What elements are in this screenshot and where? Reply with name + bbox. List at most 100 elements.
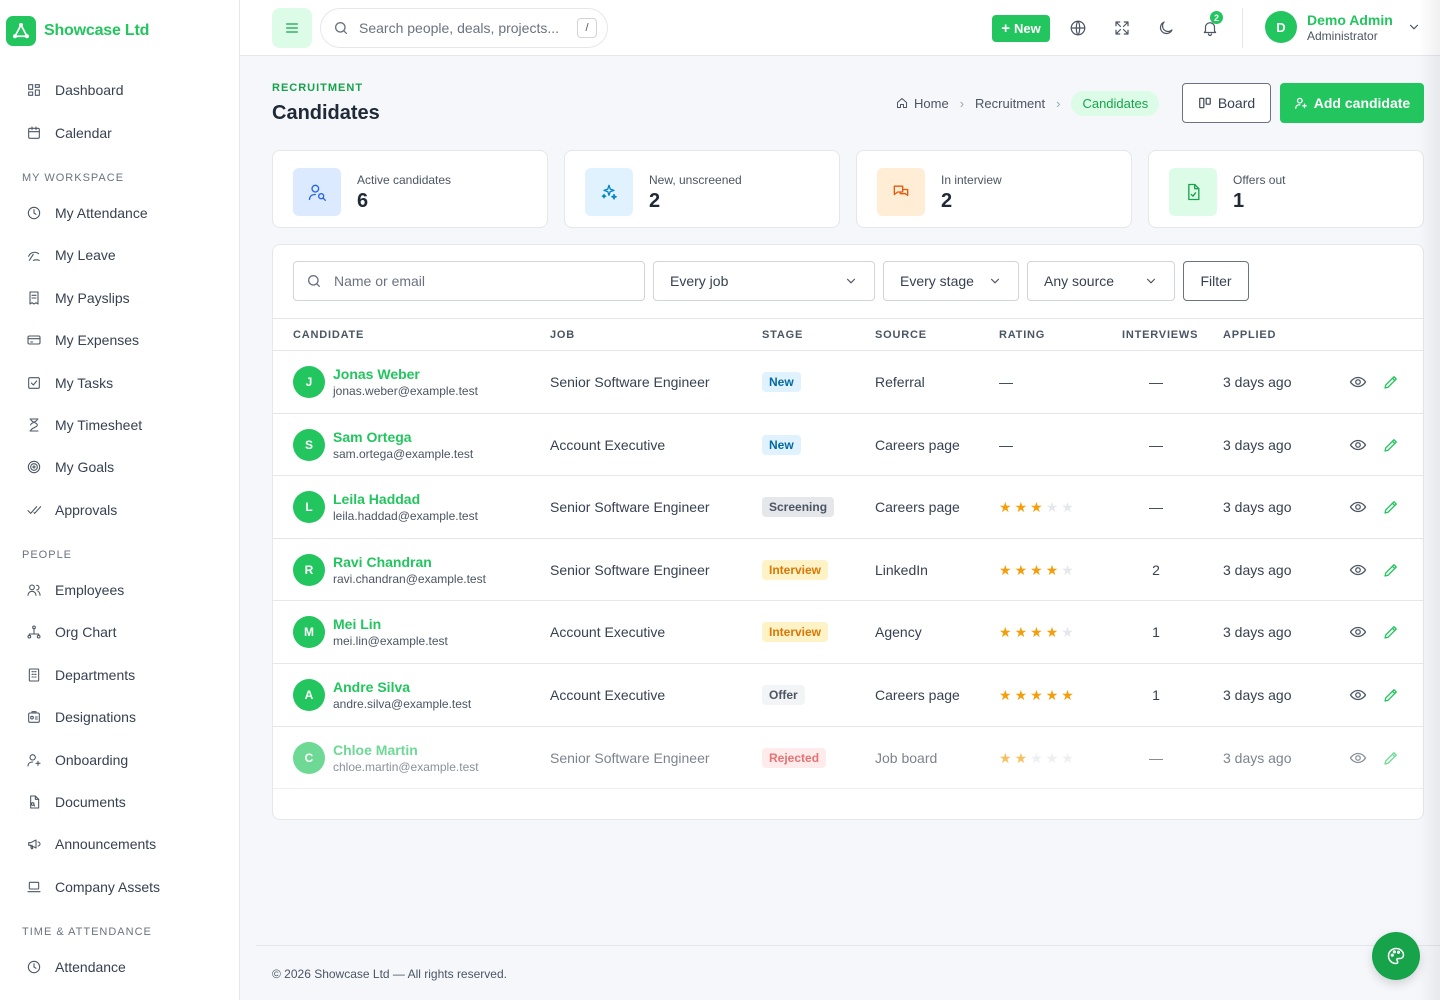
view-candidate-button[interactable] bbox=[1349, 601, 1367, 663]
stage-cell: Interview bbox=[762, 539, 829, 601]
view-candidate-button[interactable] bbox=[1349, 727, 1367, 789]
sidebar-item-departments[interactable]: Departments bbox=[0, 654, 239, 696]
candidate-name-link[interactable]: Chloe Martin bbox=[333, 741, 479, 759]
breadcrumb-recruitment[interactable]: Recruitment bbox=[975, 96, 1045, 111]
source-filter-select[interactable]: Any source bbox=[1027, 261, 1175, 301]
sidebar-item-attendance[interactable]: Attendance bbox=[0, 946, 239, 988]
candidate-name-link[interactable]: Ravi Chandran bbox=[333, 553, 486, 571]
global-search[interactable]: / bbox=[320, 8, 608, 48]
column-header-rating[interactable]: RATING bbox=[999, 319, 1045, 350]
eye-icon bbox=[1349, 689, 1367, 701]
add-candidate-button[interactable]: Add candidate bbox=[1280, 83, 1424, 123]
notifications-button[interactable]: 2 bbox=[1196, 11, 1224, 42]
sidebar-item-onboarding[interactable]: Onboarding bbox=[0, 738, 239, 780]
candidate-name-link[interactable]: Andre Silva bbox=[333, 678, 471, 696]
edit-candidate-button[interactable] bbox=[1382, 601, 1400, 663]
view-candidate-button[interactable] bbox=[1349, 539, 1367, 601]
view-candidate-button[interactable] bbox=[1349, 476, 1367, 538]
brand[interactable]: Showcase Ltd bbox=[0, 0, 239, 62]
edit-candidate-button[interactable] bbox=[1382, 727, 1400, 789]
candidate-name-link[interactable]: Leila Haddad bbox=[333, 490, 478, 508]
sidebar-item-my-tasks[interactable]: My Tasks bbox=[0, 361, 239, 403]
edit-candidate-button[interactable] bbox=[1382, 476, 1400, 538]
candidate-search-field[interactable] bbox=[293, 261, 645, 301]
board-view-button[interactable]: Board bbox=[1182, 83, 1271, 123]
filter-button[interactable]: Filter bbox=[1183, 261, 1249, 301]
language-button[interactable] bbox=[1064, 14, 1092, 42]
view-candidate-button[interactable] bbox=[1349, 414, 1367, 476]
star-icon: ★ bbox=[999, 499, 1012, 516]
rating-cell: ★ ★ ★ ★ ★ bbox=[999, 601, 1074, 663]
table-row[interactable]: R Ravi Chandran ravi.chandran@example.test… bbox=[273, 539, 1423, 602]
sidebar-item-org-chart[interactable]: Org Chart bbox=[0, 611, 239, 653]
candidate-name-link[interactable]: Sam Ortega bbox=[333, 428, 473, 446]
stage-badge: Interview bbox=[762, 559, 829, 580]
view-candidate-button[interactable] bbox=[1349, 351, 1367, 413]
table-row[interactable]: S Sam Ortega sam.ortega@example.test Accoun… bbox=[273, 414, 1423, 477]
rating-stars: ★ ★ ★ ★ ★ bbox=[999, 563, 1074, 577]
clock-icon bbox=[27, 206, 41, 220]
brand-name: Showcase Ltd bbox=[44, 22, 150, 39]
table-row[interactable]: J Jonas Weber jonas.weber@example.test Seni… bbox=[273, 351, 1423, 414]
receipt-icon bbox=[29, 291, 39, 305]
stat-icon-wrap bbox=[1169, 168, 1217, 216]
sidebar-item-my-timesheet[interactable]: My Timesheet bbox=[0, 404, 239, 446]
theme-toggle-button[interactable] bbox=[1152, 14, 1180, 42]
sidebar-item-employees[interactable]: Employees bbox=[0, 569, 239, 611]
fullscreen-button[interactable] bbox=[1108, 14, 1136, 42]
candidate-name-link[interactable]: Jonas Weber bbox=[333, 365, 478, 383]
candidate-avatar: C bbox=[293, 741, 325, 774]
column-header-source[interactable]: SOURCE bbox=[875, 319, 927, 350]
job-filter-select[interactable]: Every job bbox=[653, 261, 875, 301]
applied-cell: 3 days ago bbox=[1223, 561, 1292, 578]
column-header-job[interactable]: JOB bbox=[550, 319, 575, 350]
sidebar-item-dashboard[interactable]: Dashboard bbox=[0, 69, 239, 111]
notification-count-badge: 2 bbox=[1210, 11, 1223, 24]
sidebar-item-my-goals[interactable]: My Goals bbox=[0, 446, 239, 488]
table-row[interactable]: A Andre Silva andre.silva@example.test Acco… bbox=[273, 664, 1423, 727]
table-row[interactable]: C Chloe Martin chloe.martin@example.test Se… bbox=[273, 727, 1423, 790]
table-row[interactable]: L Leila Haddad leila.haddad@example.test Se… bbox=[273, 476, 1423, 539]
user-menu[interactable]: D Demo Admin Administrator bbox=[1265, 11, 1421, 43]
column-header-applied[interactable]: APPLIED bbox=[1223, 319, 1276, 350]
stage-filter-select[interactable]: Every stage bbox=[883, 261, 1019, 301]
global-search-input[interactable] bbox=[359, 20, 569, 36]
sidebar-item-my-leave[interactable]: My Leave bbox=[0, 234, 239, 276]
search-shortcut-key: / bbox=[577, 18, 597, 38]
view-candidate-button[interactable] bbox=[1349, 664, 1367, 726]
table-row[interactable]: M Mei Lin mei.lin@example.test Account Exec… bbox=[273, 601, 1423, 664]
candidate-name-link[interactable]: Mei Lin bbox=[333, 615, 448, 633]
column-header-interviews[interactable]: INTERVIEWS bbox=[1122, 319, 1198, 350]
sidebar-item-my-attendance[interactable]: My Attendance bbox=[0, 192, 239, 234]
double-check-icon bbox=[27, 505, 42, 514]
column-header-stage[interactable]: STAGE bbox=[762, 319, 803, 350]
theme-customizer-button[interactable] bbox=[1372, 932, 1420, 980]
sidebar-item-calendar[interactable]: Calendar bbox=[0, 111, 239, 153]
rating-cell: — bbox=[999, 414, 1013, 476]
stat-value: 6 bbox=[357, 190, 369, 212]
star-icon: ★ bbox=[1030, 749, 1043, 766]
new-button[interactable]: + New bbox=[992, 15, 1050, 42]
edit-candidate-button[interactable] bbox=[1382, 664, 1400, 726]
sidebar-item-my-payslips[interactable]: My Payslips bbox=[0, 277, 239, 319]
edit-candidate-button[interactable] bbox=[1382, 539, 1400, 601]
interviews-cell: 2 bbox=[1152, 561, 1160, 578]
sidebar-item-approvals[interactable]: Approvals bbox=[0, 489, 239, 531]
candidate-search-input[interactable] bbox=[334, 273, 614, 289]
star-icon: ★ bbox=[1030, 687, 1043, 703]
candidate-cell: J Jonas Weber jonas.weber@example.test bbox=[293, 351, 478, 413]
sidebar-item-announcements[interactable]: Announcements bbox=[0, 823, 239, 865]
edit-candidate-button[interactable] bbox=[1382, 351, 1400, 413]
menu-toggle-button[interactable] bbox=[272, 8, 312, 48]
candidate-cell: A Andre Silva andre.silva@example.test bbox=[293, 664, 471, 726]
breadcrumb-home[interactable]: Home bbox=[896, 96, 949, 111]
column-header-candidate[interactable]: CANDIDATE bbox=[293, 319, 364, 350]
edit-candidate-button[interactable] bbox=[1382, 414, 1400, 476]
star-icon: ★ bbox=[1061, 687, 1074, 703]
sidebar-item-company-assets[interactable]: Company Assets bbox=[0, 866, 239, 908]
sidebar-item-designations[interactable]: Designations bbox=[0, 696, 239, 738]
sidebar-item-documents[interactable]: Documents bbox=[0, 781, 239, 823]
sidebar-item-my-expenses[interactable]: My Expenses bbox=[0, 319, 239, 361]
hamburger-icon bbox=[286, 23, 298, 33]
sitemap-icon bbox=[27, 625, 41, 640]
